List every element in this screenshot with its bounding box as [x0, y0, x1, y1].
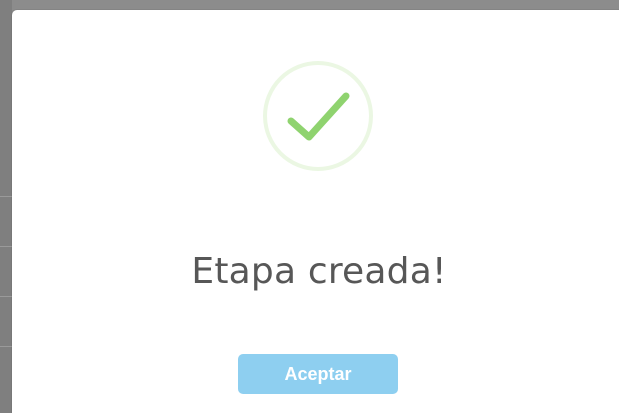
success-dialog: Etapa creada! Aceptar: [12, 10, 619, 413]
dialog-title: Etapa creada!: [191, 251, 447, 292]
background-row-divider: [0, 196, 12, 197]
background-row-divider: [0, 296, 12, 297]
background-row-divider: [0, 246, 12, 247]
accept-button[interactable]: Aceptar: [238, 354, 398, 394]
background-row-divider: [0, 346, 12, 347]
background-page-edge: [0, 0, 12, 413]
check-circle-icon: [263, 61, 373, 171]
